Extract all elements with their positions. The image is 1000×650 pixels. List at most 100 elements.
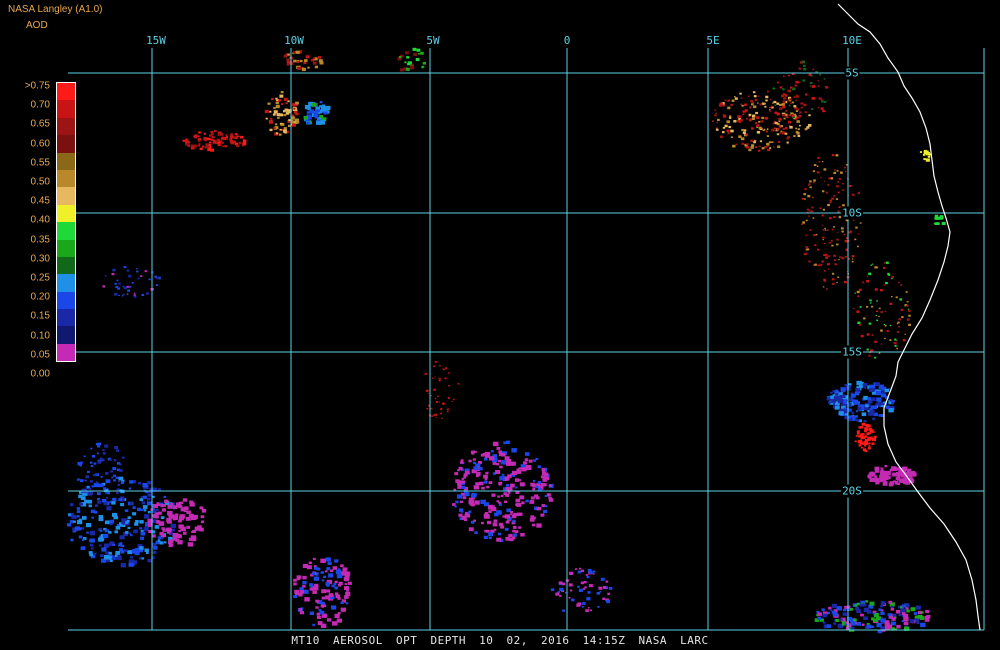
aod-pixel <box>493 528 497 531</box>
aod-pixel <box>193 144 197 148</box>
aod-pixel <box>941 221 946 226</box>
aod-pixel <box>111 501 116 505</box>
aod-pixel <box>798 82 801 84</box>
aod-pixel <box>89 530 96 536</box>
aod-pixel <box>313 113 319 117</box>
aod-pixel <box>470 450 475 454</box>
aod-pixel <box>494 512 499 517</box>
aod-pixel <box>873 619 878 623</box>
aod-pixel <box>800 106 803 109</box>
aod-pixel <box>107 491 110 495</box>
aod-pixel <box>272 113 276 116</box>
aod-pixel <box>69 503 74 507</box>
aod-pixel <box>320 623 327 628</box>
aod-pixel <box>321 579 325 582</box>
aod-pixel <box>828 177 831 180</box>
aod-pixel <box>303 589 309 594</box>
aod-pixel <box>203 132 206 135</box>
aod-pixel <box>334 559 339 563</box>
aod-pixel <box>583 581 587 584</box>
aod-pixel <box>874 356 877 359</box>
aod-pixel <box>841 256 845 260</box>
aod-pixel <box>859 441 864 445</box>
aod-pixel <box>91 455 96 458</box>
aod-pixel <box>115 526 121 530</box>
aod-pixel <box>895 296 898 299</box>
aod-pixel <box>879 479 884 483</box>
aod-pixel <box>896 624 901 629</box>
aod-pixel <box>903 616 909 621</box>
legend-swatch <box>57 169 75 188</box>
legend-label: 0.05 <box>30 349 50 361</box>
aod-pixel <box>895 609 901 614</box>
legend-swatch <box>57 291 75 310</box>
aod-pixel <box>717 118 720 121</box>
aod-pixel <box>757 95 760 97</box>
aod-pixel <box>278 99 282 102</box>
aod-pixel <box>555 592 560 596</box>
aod-pixel <box>335 569 342 575</box>
legend-swatch <box>57 204 75 223</box>
aod-pixel <box>532 479 536 482</box>
aod-pixel <box>99 529 103 532</box>
aod-pixel <box>120 503 125 507</box>
aod-pixel <box>905 291 908 293</box>
aod-pixel <box>280 113 284 117</box>
aod-pixel <box>476 471 481 476</box>
aod-pixel <box>236 144 240 148</box>
aod-pixel <box>105 559 110 563</box>
aod-pixel <box>484 514 490 519</box>
aod-pixel <box>851 193 855 196</box>
aod-pixel <box>136 268 138 270</box>
aod-pixel <box>87 470 90 474</box>
aod-pixel <box>798 115 801 118</box>
aod-pixel <box>544 504 548 508</box>
aod-pixel <box>270 117 273 120</box>
aod-pixel <box>131 282 134 284</box>
aod-pixel <box>836 243 839 246</box>
aod-pixel <box>167 510 173 516</box>
legend-label: 0.35 <box>30 234 50 246</box>
aod-pixel <box>295 120 300 124</box>
aod-pixel <box>608 587 613 590</box>
aod-pixel <box>809 186 812 189</box>
aod-pixel <box>166 517 172 523</box>
aod-pixel <box>441 417 443 419</box>
aod-pixel <box>89 480 93 483</box>
aod-pixel <box>139 527 143 530</box>
aod-pixel <box>116 492 119 495</box>
aod-pixel <box>525 499 529 503</box>
aod-pixel <box>874 469 880 473</box>
aod-pixel <box>782 128 786 130</box>
aod-pixel <box>474 500 480 505</box>
aod-pixel <box>906 609 910 613</box>
aod-pixel <box>478 467 483 471</box>
aod-pixel <box>871 442 875 445</box>
aod-pixel <box>447 372 450 374</box>
aod-pixel <box>754 98 758 101</box>
aod-pixel <box>152 504 158 509</box>
aod-pixel <box>804 111 808 114</box>
aod-pixel <box>860 446 863 449</box>
aod-pixel <box>851 260 854 263</box>
aod-pixel <box>789 98 792 101</box>
aod-pixel <box>496 500 500 503</box>
aod-pixel <box>510 511 513 514</box>
aod-pixel <box>330 569 334 573</box>
aod-pixel <box>138 482 141 485</box>
aod-pixel <box>880 329 883 332</box>
aod-pixel <box>840 227 844 230</box>
legend-swatch <box>57 117 75 136</box>
aod-pixel <box>208 141 212 144</box>
aod-pixel <box>880 469 884 473</box>
aod-pixel <box>780 125 784 128</box>
aod-pixel <box>833 216 836 218</box>
aod-pixel <box>777 140 781 143</box>
aod-pixel <box>104 444 109 448</box>
aod-pixel <box>863 386 867 389</box>
aod-pixel <box>93 473 97 477</box>
aod-pixel <box>891 617 896 621</box>
aod-pixel <box>444 367 448 370</box>
aod-pixel <box>878 352 881 354</box>
aod-pixel <box>340 607 346 612</box>
